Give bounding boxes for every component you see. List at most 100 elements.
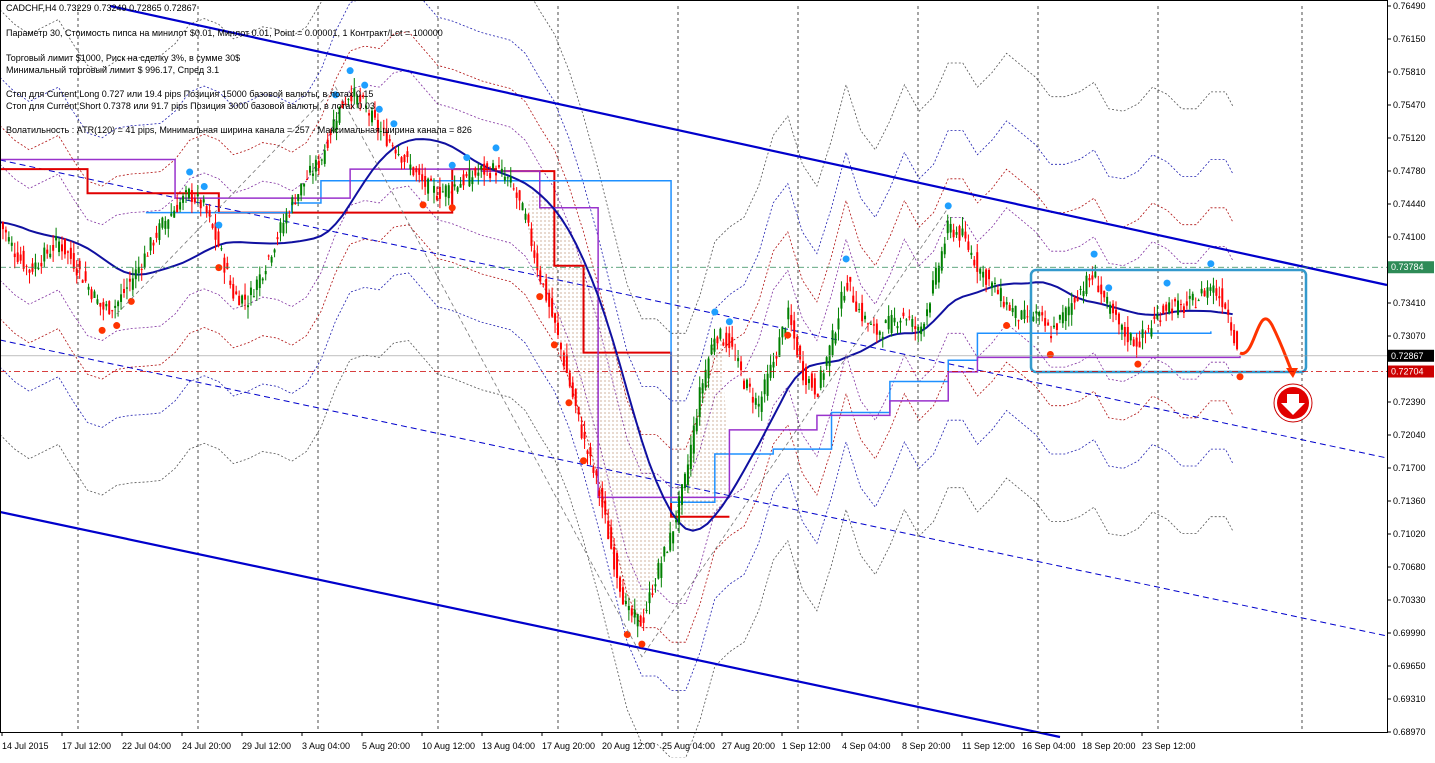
fractal-low-marker [551, 341, 558, 348]
candle-body [460, 184, 462, 188]
candle-body [463, 174, 465, 185]
candle-body [188, 189, 190, 199]
candle-body [1142, 329, 1144, 338]
candle-body [743, 381, 745, 389]
candle [684, 472, 686, 491]
candle-body [959, 226, 961, 241]
fractal-high-marker [843, 255, 850, 262]
info-line: Стоп для Current Long 0.727 или 19.4 pip… [6, 89, 373, 99]
candle-body [533, 250, 535, 258]
x-tick-label: 14 Jul 2015 [2, 741, 49, 751]
candle-body [26, 266, 28, 267]
candle-body [250, 288, 252, 295]
candle-body [1015, 306, 1017, 318]
candle-body [471, 177, 473, 184]
y-tick-label: 0.74440 [1393, 199, 1426, 209]
candle-body [1071, 303, 1073, 315]
fractal-high-marker [376, 106, 383, 113]
candle-body [442, 191, 444, 192]
candle-body [29, 270, 31, 273]
candle-body [530, 229, 532, 246]
candle-body [1074, 298, 1076, 303]
candle [817, 393, 819, 397]
candle-body [256, 280, 258, 290]
candle-body [899, 321, 901, 323]
candle-body [241, 295, 243, 303]
chart-window[interactable]: 0.764900.761500.758100.754700.751200.747… [0, 0, 1435, 758]
candle-body [1204, 290, 1206, 296]
fractal-low-marker [420, 201, 427, 208]
price-tag-label: 0.72704 [1391, 367, 1424, 377]
candle-body [808, 379, 810, 383]
candle-body [1201, 289, 1203, 294]
candle [796, 334, 798, 358]
candle-body [708, 358, 710, 378]
symbol-header: CADCHF,H4 0.73229 0.73249 0.72865 0.7286… [6, 3, 197, 13]
candle-body [457, 187, 459, 191]
candle-body [282, 223, 284, 233]
candle-body [539, 270, 541, 281]
price-tag-label: 0.73784 [1391, 262, 1424, 272]
candle-body [1124, 327, 1126, 337]
candle-body [1009, 305, 1011, 311]
candle-body [1091, 275, 1093, 279]
candle-body [451, 191, 453, 193]
candle-body [640, 616, 642, 627]
candle-body [91, 289, 93, 299]
fractal-low-marker [99, 327, 106, 334]
candle-body [625, 601, 627, 604]
fractal-low-marker [113, 322, 120, 329]
price-chart[interactable]: 0.764900.761500.758100.754700.751200.747… [0, 0, 1435, 758]
candle-body [852, 296, 854, 303]
fractal-low-marker [624, 631, 631, 638]
candle-body [519, 190, 521, 200]
candle-body [1106, 297, 1108, 304]
candle-body [1103, 291, 1105, 298]
x-tick-label: 29 Jul 12:00 [242, 741, 291, 751]
candle-body [905, 319, 907, 320]
candle-body [105, 304, 107, 306]
x-tick-label: 11 Sep 12:00 [962, 741, 1015, 751]
candle-body [52, 245, 54, 251]
candle-body [265, 271, 267, 274]
candle-body [253, 296, 255, 297]
candle-body [920, 327, 922, 335]
candle-body [1198, 300, 1200, 301]
candle-body [1139, 342, 1141, 348]
candle-body [1100, 285, 1102, 295]
candle-body [17, 252, 19, 261]
candle-body [23, 251, 25, 269]
candle-body [1209, 287, 1211, 291]
fractal-high-marker [726, 318, 733, 325]
fractal-high-marker [215, 222, 222, 229]
candle-body [1032, 317, 1034, 321]
candle-body [587, 451, 589, 454]
candle-body [610, 527, 612, 549]
candle-body [439, 187, 441, 199]
candle-body [153, 243, 155, 246]
candle-body [873, 324, 875, 325]
candle [161, 217, 163, 230]
candle-body [324, 150, 326, 164]
candle-body [138, 267, 140, 273]
candle-body [294, 203, 296, 204]
candle-body [970, 253, 972, 255]
candle-body [843, 296, 845, 301]
candle-body [43, 248, 45, 262]
candle-body [569, 373, 571, 387]
x-tick-label: 23 Sep 12:00 [1142, 741, 1196, 751]
candle-body [613, 547, 615, 570]
candle-body [657, 563, 659, 579]
y-tick-label: 0.70680 [1393, 562, 1426, 572]
candle-body [616, 553, 618, 578]
candle-body [554, 313, 556, 322]
fractal-low-marker [1003, 322, 1010, 329]
candle-body [191, 190, 193, 202]
candle-body [1162, 306, 1164, 314]
candle-body [501, 169, 503, 172]
candle-body [1159, 320, 1161, 322]
candle-body [604, 500, 606, 514]
candle-body [179, 202, 181, 209]
candle-body [158, 223, 160, 240]
candle-body [669, 533, 671, 551]
